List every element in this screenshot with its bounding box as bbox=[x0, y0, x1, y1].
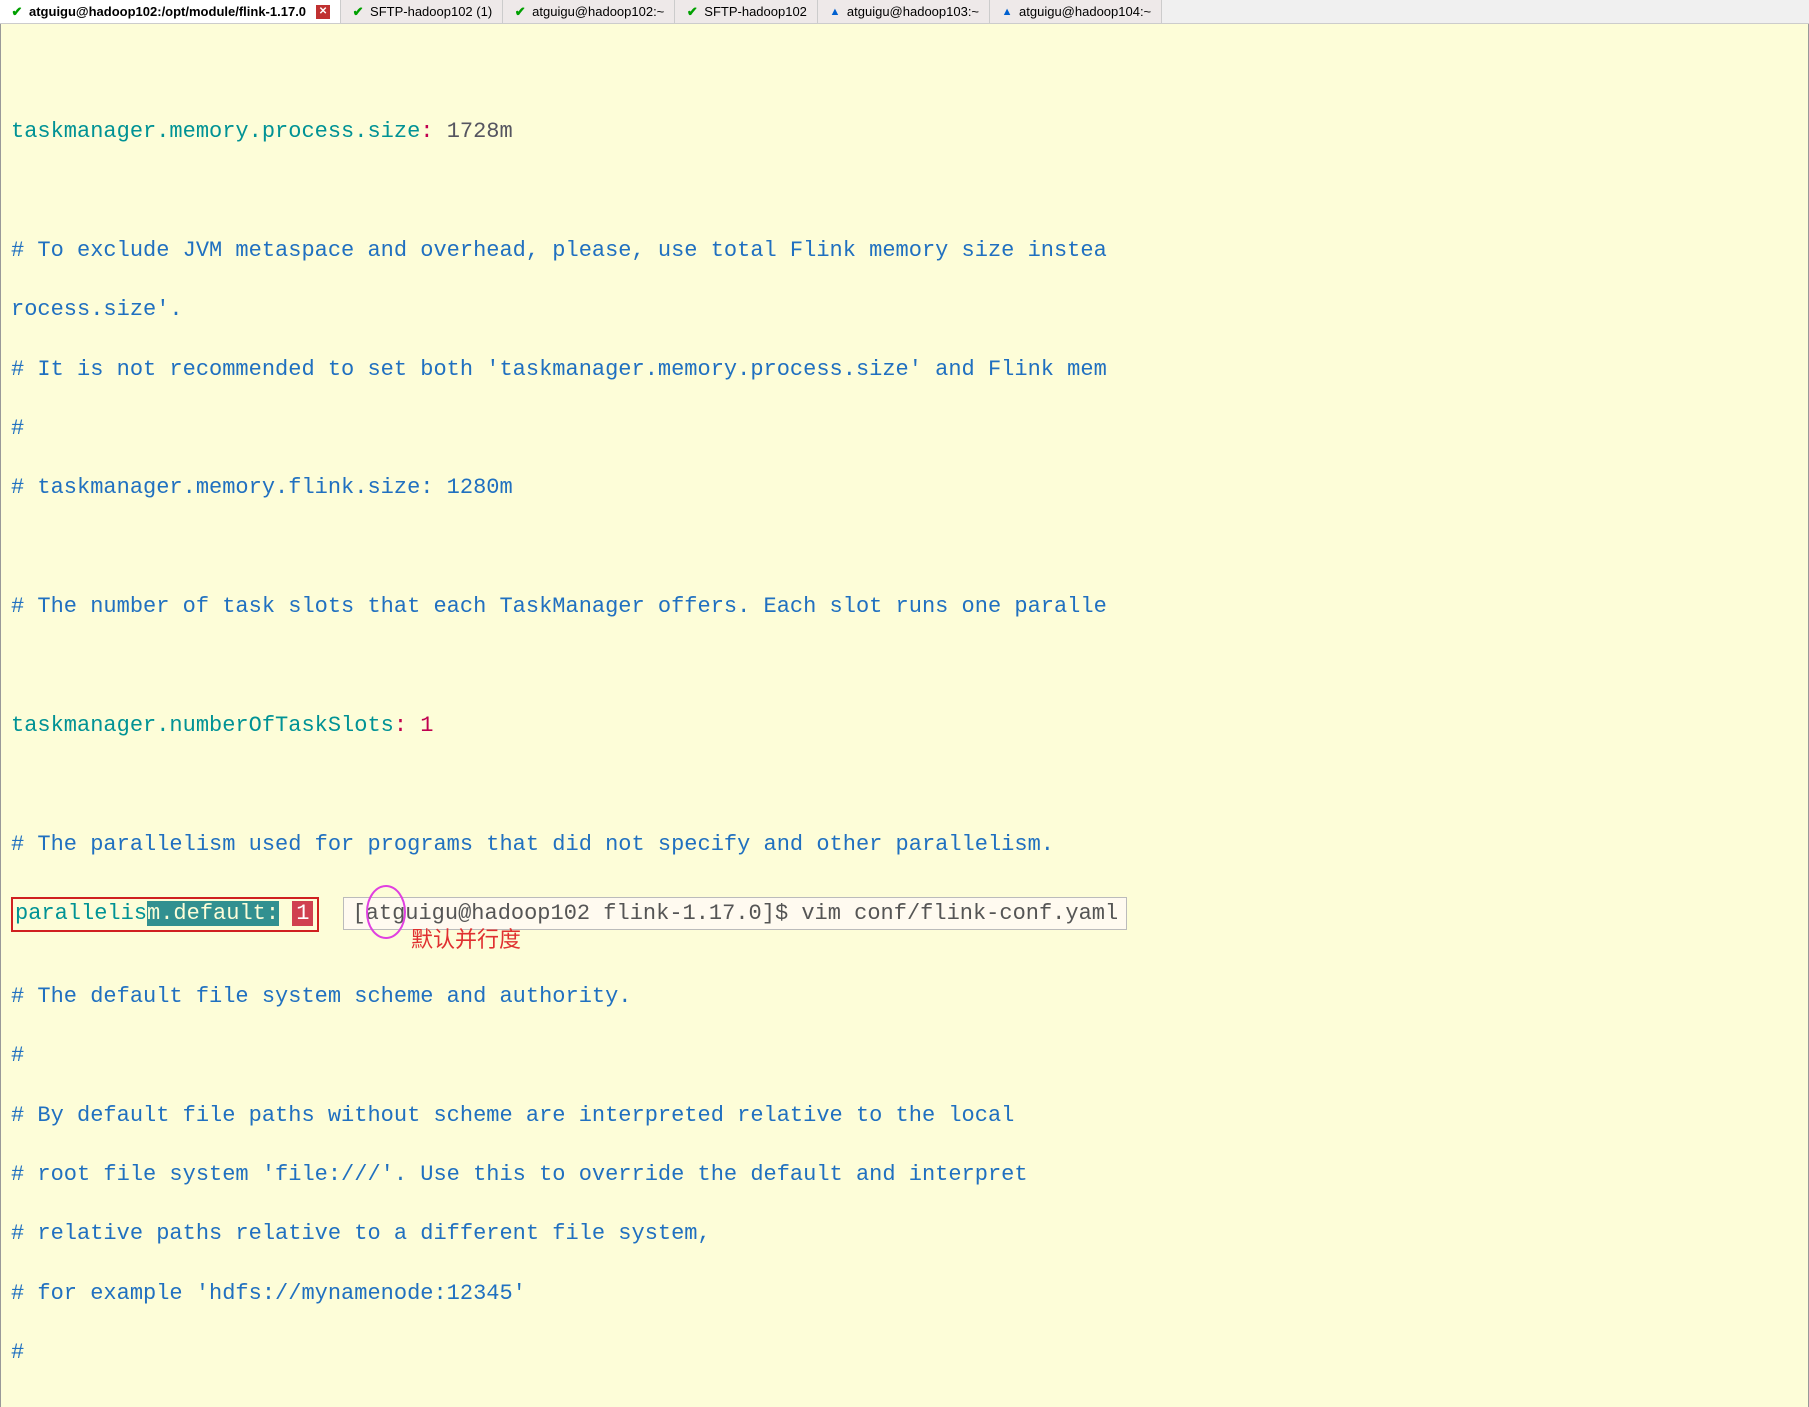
warn-icon bbox=[828, 5, 842, 19]
check-icon bbox=[685, 5, 699, 19]
check-icon bbox=[10, 5, 24, 19]
tab-session-2[interactable]: SFTP-hadoop102 (1) bbox=[341, 0, 503, 23]
config-value: 1728m bbox=[447, 119, 513, 144]
config-colon: : bbox=[420, 119, 433, 144]
annotation-text: 默认并行度 bbox=[411, 925, 521, 955]
config-comment: # By default file paths without scheme a… bbox=[11, 1103, 1014, 1128]
config-comment: # taskmanager.memory.flink.size: 1280m bbox=[11, 475, 513, 500]
tab-label: SFTP-hadoop102 (1) bbox=[370, 4, 492, 19]
config-comment: # To exclude JVM metaspace and overhead,… bbox=[11, 238, 1107, 263]
terminal-editor[interactable]: taskmanager.memory.process.size: 1728m #… bbox=[0, 24, 1809, 1407]
config-value: 1 bbox=[420, 713, 433, 738]
cursor-value: 1 bbox=[292, 901, 313, 926]
tab-label: atguigu@hadoop104:~ bbox=[1019, 4, 1151, 19]
tab-label: SFTP-hadoop102 bbox=[704, 4, 807, 19]
config-comment: # bbox=[11, 416, 24, 441]
tab-bar: atguigu@hadoop102:/opt/module/flink-1.17… bbox=[0, 0, 1809, 24]
config-comment: # relative paths relative to a different… bbox=[11, 1221, 711, 1246]
config-key: taskmanager.memory.process.size bbox=[11, 119, 420, 144]
config-comment: # The number of task slots that each Tas… bbox=[11, 594, 1107, 619]
tab-session-3[interactable]: atguigu@hadoop102:~ bbox=[503, 0, 675, 23]
selected-text: m.default: bbox=[147, 901, 279, 926]
tab-label: atguigu@hadoop102:/opt/module/flink-1.17… bbox=[29, 4, 306, 19]
config-key-prefix: parallelis bbox=[15, 901, 147, 926]
tab-session-1[interactable]: atguigu@hadoop102:/opt/module/flink-1.17… bbox=[0, 0, 341, 23]
config-comment: # It is not recommended to set both 'tas… bbox=[11, 357, 1107, 382]
config-comment: # bbox=[11, 1340, 24, 1365]
config-key: taskmanager.numberOfTaskSlots bbox=[11, 713, 394, 738]
config-comment: # for example 'hdfs://mynamenode:12345' bbox=[11, 1281, 526, 1306]
tab-session-6[interactable]: atguigu@hadoop104:~ bbox=[990, 0, 1162, 23]
close-icon[interactable]: ✕ bbox=[316, 5, 330, 19]
warn-icon bbox=[1000, 5, 1014, 19]
config-colon: : bbox=[394, 713, 407, 738]
config-comment: # bbox=[11, 1043, 24, 1068]
tab-session-5[interactable]: atguigu@hadoop103:~ bbox=[818, 0, 990, 23]
tab-label: atguigu@hadoop103:~ bbox=[847, 4, 979, 19]
config-comment: # The default file system scheme and aut… bbox=[11, 984, 632, 1009]
config-comment: # root file system 'file:///'. Use this … bbox=[11, 1162, 1028, 1187]
config-comment: # The parallelism used for programs that… bbox=[11, 832, 1054, 857]
tab-label: atguigu@hadoop102:~ bbox=[532, 4, 664, 19]
check-icon bbox=[513, 5, 527, 19]
tab-session-4[interactable]: SFTP-hadoop102 bbox=[675, 0, 818, 23]
config-comment: rocess.size'. bbox=[11, 297, 183, 322]
check-icon bbox=[351, 5, 365, 19]
